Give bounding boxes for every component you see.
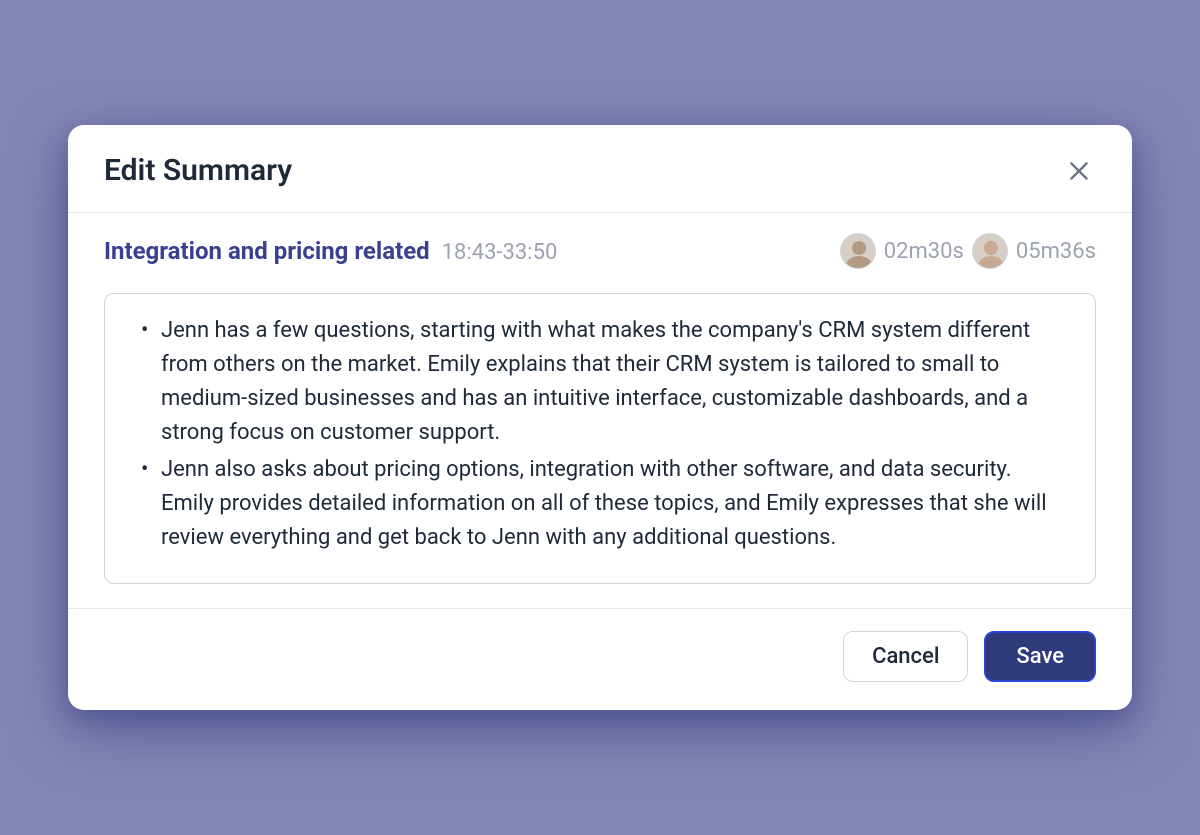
save-button[interactable]: Save [984, 631, 1096, 682]
close-icon [1066, 158, 1092, 184]
participant: 02m30s [840, 233, 964, 269]
summary-editor[interactable]: Jenn has a few questions, starting with … [104, 293, 1096, 584]
modal-title: Edit Summary [104, 153, 292, 188]
bullet-list: Jenn has a few questions, starting with … [133, 314, 1067, 555]
time-range: 18:43-33:50 [442, 240, 558, 265]
avatar [972, 233, 1008, 269]
topic-title: Integration and pricing related [104, 237, 430, 265]
edit-summary-modal: Edit Summary Integration and pricing rel… [68, 125, 1132, 710]
cancel-button[interactable]: Cancel [843, 631, 968, 682]
avatar [840, 233, 876, 269]
participants: 02m30s 05m36s [840, 233, 1096, 269]
participant: 05m36s [972, 233, 1096, 269]
modal-footer: Cancel Save [68, 608, 1132, 710]
topic-area: Integration and pricing related 18:43-33… [104, 237, 557, 265]
modal-subheader: Integration and pricing related 18:43-33… [68, 213, 1132, 281]
participant-duration: 05m36s [1016, 239, 1096, 264]
list-item[interactable]: Jenn also asks about pricing options, in… [133, 453, 1067, 555]
list-item[interactable]: Jenn has a few questions, starting with … [133, 314, 1067, 450]
close-button[interactable] [1062, 154, 1096, 188]
modal-header: Edit Summary [68, 125, 1132, 213]
participant-duration: 02m30s [884, 239, 964, 264]
